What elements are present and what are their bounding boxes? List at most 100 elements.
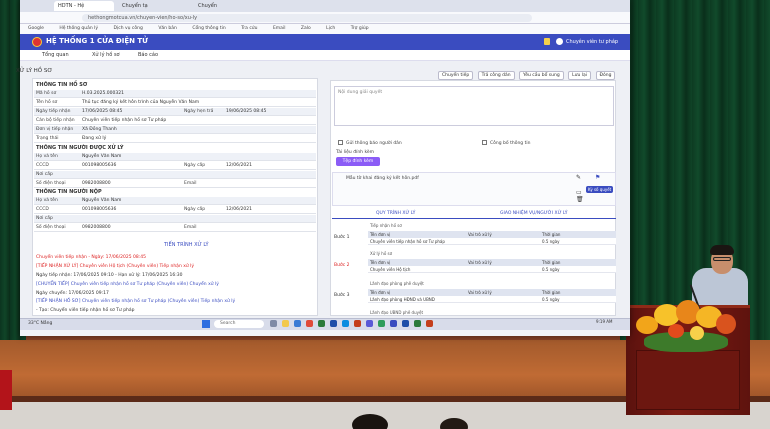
field-label: Email <box>184 225 197 230</box>
menu-item-overview[interactable]: Tổng quan <box>42 52 69 58</box>
chrome-icon[interactable] <box>306 320 313 327</box>
flower <box>668 324 684 338</box>
taskbar-search[interactable]: Search <box>214 320 264 328</box>
tab-assignment[interactable]: GIAO NHIỆM VỤ/NGƯỜI XỬ LÝ <box>500 211 568 216</box>
column-header: Thời gian <box>542 290 561 295</box>
windows-taskbar <box>20 318 630 330</box>
field-value: 12/06/2021 <box>226 163 252 168</box>
field-label: Nơi cấp <box>36 216 53 221</box>
flower <box>690 326 704 340</box>
menu-item-report[interactable]: Báo cáo <box>138 52 158 58</box>
bookmark[interactable]: Tra cứu <box>241 24 257 34</box>
opinion-textarea[interactable]: Nội dung giải quyết <box>334 86 614 126</box>
field-label: Họ và tên <box>36 198 58 203</box>
app-title: HỆ THỐNG 1 CỬA ĐIỆN TỬ <box>46 37 149 45</box>
checkbox-icon[interactable] <box>338 140 343 145</box>
attachment-name[interactable]: Mẫu tờ khai đăng ký kết hôn.pdf <box>346 176 419 181</box>
excel-icon[interactable] <box>318 320 325 327</box>
table-row: Nơi cấp <box>34 215 316 223</box>
history-item: Chuyển viên tiếp nhận - Ngày: 17/06/2025… <box>36 255 146 260</box>
weather-widget[interactable]: 33°C Nắng <box>28 321 52 326</box>
table-row: Lãnh đạo phòng HĐND và UBND 0.5 ngày <box>368 296 616 303</box>
outlook-icon[interactable] <box>390 320 397 327</box>
field-value: 0982008800 <box>82 181 111 186</box>
word-icon[interactable] <box>330 320 337 327</box>
bookmark[interactable]: Văn bản <box>158 24 177 34</box>
field-label: Đơn vị tiếp nhận <box>36 127 74 132</box>
bookmark[interactable]: Dịch vụ công <box>114 24 143 34</box>
request-supplement-button[interactable]: Yêu cầu bổ sung <box>519 71 564 80</box>
pdf-icon[interactable] <box>426 320 433 327</box>
field-label: Ngày cấp <box>184 163 206 168</box>
field-value: Thủ tục đăng ký kết hôn trình của Nguyễn… <box>82 100 200 105</box>
save-button[interactable]: Lưu lại <box>568 71 592 80</box>
zalo-icon[interactable] <box>342 320 349 327</box>
checkbox-icon[interactable] <box>482 140 487 145</box>
menu-item-process[interactable]: Xử lý hồ sơ <box>92 52 120 58</box>
notify-citizen-checkbox[interactable]: Gửi thông báo người dân <box>338 140 402 146</box>
bookmark[interactable]: Email <box>273 24 286 34</box>
excel-icon[interactable] <box>414 320 421 327</box>
field-value: 12/06/2021 <box>226 207 252 212</box>
bookmark[interactable]: Lịch <box>326 24 335 34</box>
user-name[interactable]: Chuyên viên tư pháp <box>566 39 618 45</box>
table-cell: Chuyên viên Hộ tịch <box>370 267 411 272</box>
sign-icon[interactable]: ⚑ <box>595 174 600 181</box>
table-cell: 0.5 ngày <box>542 267 560 272</box>
section-heading: THÔNG TIN NGƯỜI NỘP <box>36 189 102 195</box>
field-value: 19/06/2025 08:45 <box>226 109 267 114</box>
task-view-icon[interactable] <box>270 320 277 327</box>
windows-start-icon[interactable] <box>202 320 210 328</box>
step-label: Bước 2 <box>334 263 350 268</box>
action-toolbar: Chuyển tiếp Trả công dân Yêu cầu bổ sung… <box>438 71 618 80</box>
history-item: - Tạo: Chuyển viên tiếp nhận hồ sơ Tư ph… <box>36 308 135 313</box>
process-tabs: QUY TRÌNH XỬ LÝ GIAO NHIỆM VỤ/NGƯỜI XỬ L… <box>332 209 616 219</box>
bookmark[interactable]: Google <box>28 24 44 34</box>
avatar[interactable] <box>556 38 563 45</box>
field-label: Họ và tên <box>36 154 58 159</box>
field-label: Ngày tiếp nhận <box>36 109 71 114</box>
field-label: CCCD <box>36 207 49 212</box>
return-button[interactable]: Trả công dân <box>477 71 515 80</box>
table-row: Nơi cấp <box>34 171 316 179</box>
close-button[interactable]: Đóng <box>595 71 616 80</box>
bookmark[interactable]: Zalo <box>301 24 311 34</box>
table-row: Tên hồ sơ Thủ tục đăng ký kết hôn trình c… <box>34 99 316 107</box>
delete-icon[interactable]: 🗑 <box>576 196 600 203</box>
forward-button[interactable]: Chuyển tiếp <box>438 71 474 80</box>
column-header: Tên đơn vị <box>370 232 391 237</box>
attach-file-button[interactable]: Tệp đính kèm <box>336 157 380 166</box>
table-row: CCCD 001098005636 Ngày cấp 12/06/2021 <box>34 206 316 214</box>
bookmark[interactable]: Hệ thống quản lý <box>59 24 98 34</box>
edge-icon[interactable] <box>294 320 301 327</box>
leaves <box>644 332 728 352</box>
teams-icon[interactable] <box>366 320 373 327</box>
bookmark[interactable]: Trợ giúp <box>351 24 369 34</box>
table-row: Ngày tiếp nhận 17/06/2025 08:45 Ngày hẹn t… <box>34 108 316 116</box>
audience-head <box>440 418 468 429</box>
section-heading: THÔNG TIN HỒ SƠ <box>36 82 88 88</box>
app-icon[interactable] <box>378 320 385 327</box>
table-row: Mã hồ sơ H.03.2025.000321 <box>34 90 316 98</box>
tab-workflow[interactable]: QUY TRÌNH XỬ LÝ <box>376 211 415 216</box>
field-label: Trạng thái <box>36 136 59 141</box>
browser-tab[interactable]: Chuyển <box>194 1 264 11</box>
bookmark[interactable]: Cổng thông tin <box>192 24 225 34</box>
page-title: XỬ LÝ HỒ SƠ <box>16 68 53 74</box>
browser-tab[interactable]: HDTN - Hệ <box>54 1 114 11</box>
edit-icon[interactable]: ✎ <box>576 174 581 181</box>
powerpoint-icon[interactable] <box>354 320 361 327</box>
step-label: Bước 3 <box>334 293 350 298</box>
table-header: Tên đơn vị Vai trò xử lý Thời gian <box>368 231 616 238</box>
history-item: [TIẾP NHẬN HỒ SƠ] Chuyên viên tiếp nhận … <box>36 299 236 304</box>
table-row: Chuyên viên tiếp nhận hồ sơ Tư pháp 0.5 n… <box>368 238 616 245</box>
file-explorer-icon[interactable] <box>282 320 289 327</box>
address-input[interactable]: hethongmotcua.vn/chuyen-vien/ho-so/xu-ly <box>82 14 532 22</box>
field-value: 001098005636 <box>82 163 117 168</box>
publish-checkbox[interactable]: Công bố thông tin <box>482 140 530 146</box>
word-icon[interactable] <box>402 320 409 327</box>
bell-icon[interactable] <box>544 38 550 45</box>
browser-tab[interactable]: Chuyển tạ <box>118 1 188 11</box>
table-row: CCCD 001098005636 Ngày cấp 12/06/2021 <box>34 162 316 170</box>
speaker-glasses <box>713 257 731 261</box>
